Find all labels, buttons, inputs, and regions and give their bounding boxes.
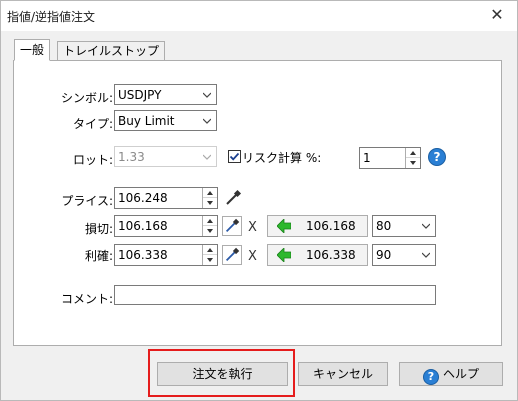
close-icon[interactable]: ✕ [487,5,507,25]
tab-trailing-stop[interactable]: トレイルストップ [57,41,166,61]
risk-input[interactable] [360,148,404,168]
stoploss-spinner[interactable] [114,215,218,237]
green-left-arrow-icon [277,219,291,233]
question-icon[interactable]: ? [428,148,446,166]
help-button[interactable]: ? ヘルプ [399,362,503,386]
tab-general[interactable]: 一般 [14,39,51,61]
spin-down-button[interactable] [203,198,217,208]
spinner-arrows [202,245,217,265]
spin-down-button[interactable] [203,226,217,236]
green-left-arrow-icon [277,248,291,262]
spin-up-button[interactable] [203,188,217,198]
stoploss-input[interactable] [115,216,201,236]
spin-down-button[interactable] [203,255,217,265]
symbol-label: シンボル: [60,91,113,105]
risk-spinner[interactable] [359,147,421,169]
eyedropper-icon[interactable] [223,188,243,208]
type-label: タイプ: [72,117,113,131]
symbol-value: USDJPY [118,88,162,102]
dialog-title: 指値/逆指値注文 [7,10,96,24]
risk-label: リスク計算 %: [242,151,322,165]
spinner-arrows [405,148,420,168]
type-value: Buy Limit [118,114,175,128]
spin-up-button[interactable] [203,216,217,226]
check-icon [229,152,240,161]
type-select[interactable]: Buy Limit [114,110,217,131]
comment-label: コメント: [60,292,113,306]
risk-checkbox[interactable] [228,150,241,163]
lot-label: ロット: [72,153,113,167]
execute-order-button[interactable]: 注文を執行 [157,362,288,386]
multiply-sign: X [248,249,257,264]
lot-value: 1.33 [118,150,145,164]
chevron-down-icon [422,223,430,229]
title-bar: 指値/逆指値注文 ✕ [1,1,517,31]
spinner-arrows [202,188,217,208]
takeprofit-spinner[interactable] [114,244,218,266]
chevron-down-icon [203,154,211,160]
price-label: プライス: [61,194,113,208]
price-input[interactable] [115,188,201,208]
chevron-down-icon [203,92,211,98]
spinner-arrows [202,216,217,236]
stoploss-pips: 80 [376,219,392,233]
takeprofit-pips: 90 [376,248,392,262]
spin-up-button[interactable] [203,245,217,255]
spin-up-button[interactable] [406,148,420,158]
help-button-label: ヘルプ [442,367,479,381]
takeprofit-pips-select[interactable]: 90 [372,244,436,266]
chevron-down-icon [422,252,430,258]
eyedropper-icon[interactable] [222,216,242,236]
takeprofit-input[interactable] [115,245,201,265]
question-icon: ? [422,369,439,385]
takeprofit-target: 106.338 [306,248,356,262]
spin-down-button[interactable] [406,158,420,168]
multiply-sign: X [248,220,257,235]
takeprofit-apply-button[interactable]: 106.338 [267,244,368,266]
stoploss-label: 損切: [84,222,113,236]
symbol-select[interactable]: USDJPY [114,84,217,105]
chevron-down-icon [203,118,211,124]
stoploss-pips-select[interactable]: 80 [372,215,436,237]
price-spinner[interactable] [114,187,218,209]
order-dialog: 指値/逆指値注文 ✕ 一般 トレイルストップ シンボル: USDJPY タイプ:… [0,0,518,401]
eyedropper-icon[interactable] [222,245,242,265]
lot-select[interactable]: 1.33 [114,146,217,167]
stoploss-target: 106.168 [306,219,356,233]
stoploss-apply-button[interactable]: 106.168 [267,215,368,237]
takeprofit-label: 利確: [84,249,113,263]
cancel-button[interactable]: キャンセル [298,362,388,386]
comment-input[interactable] [114,285,436,305]
